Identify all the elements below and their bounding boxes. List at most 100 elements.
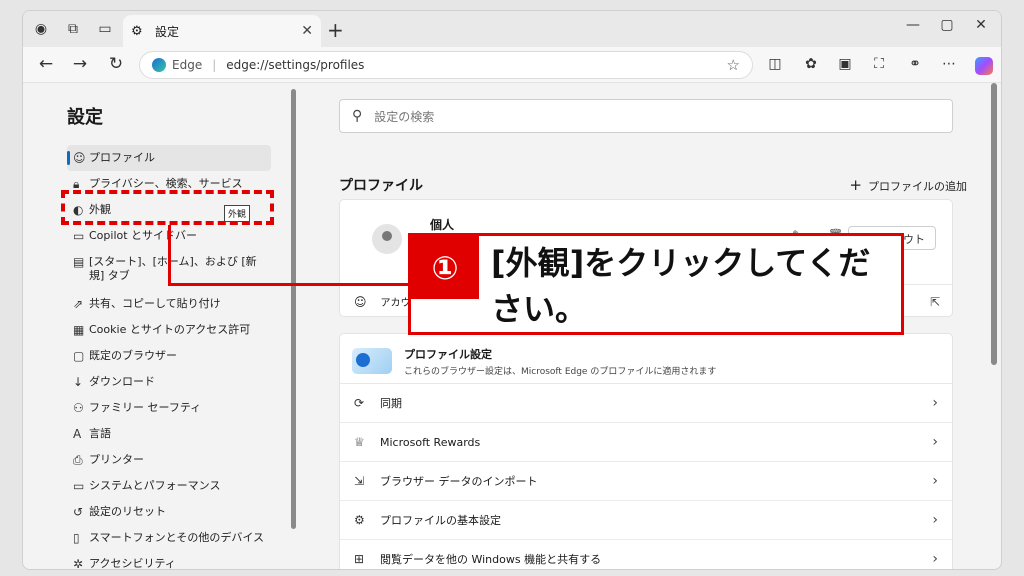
profile-icon: ☺ — [73, 151, 86, 165]
highlight-box — [61, 190, 274, 225]
row-label: ブラウザー データのインポート — [380, 475, 538, 488]
maximize-icon[interactable]: ▢ — [935, 17, 959, 33]
accessibility-icon: ✲ — [73, 557, 84, 570]
sidebar-item-printers[interactable]: ⎙ プリンター — [67, 447, 271, 473]
sidebar-item-label: ダウンロード — [89, 375, 155, 388]
more-icon[interactable]: ⋯ — [939, 56, 959, 72]
settings-row-preferences[interactable]: ⚙ プロファイルの基本設定 › — [340, 501, 952, 540]
chevron-right-icon: › — [932, 512, 938, 528]
sidebar-item-label: プロファイル — [89, 151, 155, 164]
close-icon[interactable]: ✕ — [301, 23, 313, 39]
profile-settings-list: プロファイル設定 これらのブラウザー設定は、Microsoft Edge のプロ… — [339, 333, 953, 569]
sidebar-item-share[interactable]: ⇗ 共有、コピーして貼り付け — [67, 291, 271, 317]
star-icon[interactable]: ☆ — [727, 56, 740, 74]
language-icon: A — [73, 427, 82, 441]
sidebar-item-languages[interactable]: A 言語 — [67, 421, 271, 447]
tab-actions-icon[interactable]: ▭ — [95, 19, 115, 39]
printer-icon: ⎙ — [73, 453, 83, 467]
sidebar-item-phone[interactable]: ▯ スマートフォンとその他のデバイス — [67, 525, 271, 551]
main-scrollbar[interactable] — [991, 83, 997, 365]
annotation-connector-line — [168, 225, 410, 286]
rewards-icon: ♕ — [354, 435, 365, 449]
windows-icon: ⊞ — [354, 552, 365, 566]
address-separator: | — [212, 58, 217, 72]
tab-strip: ◉ ⧉ ▭ ⚙ 設定 ✕ + — ▢ ✕ — [23, 11, 1001, 47]
profile-name: 個人 — [430, 218, 455, 232]
add-profile-button[interactable]: + プロファイルの追加 — [849, 176, 967, 194]
collections-icon[interactable]: ▣ — [835, 56, 855, 72]
banner-title: プロファイル設定 — [404, 348, 492, 361]
split-screen-icon[interactable]: ◫ — [765, 56, 785, 72]
extensions-icon[interactable]: ✿ — [801, 56, 821, 72]
sidebar-item-cookies[interactable]: ▦ Cookie とサイトのアクセス許可 — [67, 317, 271, 343]
settings-row-windows-share[interactable]: ⊞ 閲覧データを他の Windows 機能と共有する › — [340, 540, 952, 569]
settings-search-input[interactable]: ⚲ 設定の検索 — [339, 99, 953, 133]
profile-settings-illustration — [352, 348, 392, 374]
chevron-right-icon: › — [932, 434, 938, 450]
chevron-right-icon: › — [932, 473, 938, 489]
back-icon[interactable]: ← — [35, 54, 57, 74]
settings-row-sync[interactable]: ⟳ 同期 › — [340, 384, 952, 423]
sidebar-item-label: 設定のリセット — [89, 505, 166, 518]
address-url[interactable]: edge://settings/profiles — [226, 58, 726, 72]
sidebar-item-accessibility[interactable]: ✲ アクセシビリティ — [67, 551, 271, 570]
external-link-icon: ⇱ — [929, 294, 940, 309]
cookie-icon: ▦ — [73, 323, 85, 337]
sidebar-item-reset[interactable]: ↺ 設定のリセット — [67, 499, 271, 525]
sidebar-title: 設定 — [67, 107, 103, 128]
forward-icon[interactable]: → — [69, 54, 91, 74]
sidebar-item-label: プライバシー、検索、サービス — [89, 177, 243, 190]
sidebar-item-system[interactable]: ▭ システムとパフォーマンス — [67, 473, 271, 499]
address-bar[interactable]: Edge | edge://settings/profiles ☆ — [139, 51, 753, 79]
row-label: 同期 — [380, 397, 402, 410]
sidebar-item-label: Cookie とサイトのアクセス許可 — [89, 323, 251, 336]
home-tab-icon: ▤ — [73, 255, 85, 269]
chevron-right-icon: › — [932, 551, 938, 567]
sidebar-item-label: システムとパフォーマンス — [89, 479, 221, 492]
plus-icon: + — [849, 176, 862, 194]
chevron-right-icon: › — [932, 395, 938, 411]
row-label: 閲覧データを他の Windows 機能と共有する — [380, 553, 602, 566]
download-icon: ↓ — [73, 375, 84, 389]
reset-icon: ↺ — [73, 505, 84, 519]
gear-icon: ⚙ — [131, 23, 143, 39]
profile-settings-icon: ⚙ — [354, 513, 365, 527]
search-icon: ⚲ — [352, 108, 363, 124]
sidebar-item-label: スマートフォンとその他のデバイス — [89, 531, 265, 544]
copilot-icon[interactable] — [975, 57, 993, 75]
tab-title: 設定 — [155, 24, 180, 39]
minimize-icon[interactable]: — — [901, 17, 925, 33]
settings-row-import[interactable]: ⇲ ブラウザー データのインポート › — [340, 462, 952, 501]
sidebar-item-label: 言語 — [89, 427, 111, 440]
screenshot-icon[interactable]: ⛶ — [869, 56, 889, 72]
import-icon: ⇲ — [354, 474, 365, 488]
sidebar-item-label: プリンター — [89, 453, 144, 466]
workspaces-icon[interactable]: ⧉ — [63, 19, 83, 39]
address-brand: Edge — [172, 58, 203, 72]
profile-icon[interactable]: ◉ — [31, 19, 51, 39]
family-icon: ⚇ — [73, 401, 84, 415]
instruction-text: [外観]をクリックしてください。 — [491, 244, 871, 328]
edge-logo-icon — [152, 58, 166, 72]
sidebar-item-default-browser[interactable]: ▢ 既定のブラウザー — [67, 343, 271, 369]
refresh-icon[interactable]: ↻ — [105, 54, 127, 74]
sidebar-icon: ▭ — [73, 229, 85, 243]
add-profile-label: プロファイルの追加 — [868, 180, 967, 193]
sidebar-item-downloads[interactable]: ↓ ダウンロード — [67, 369, 271, 395]
sidebar-item-label: 既定のブラウザー — [89, 349, 177, 362]
system-icon: ▭ — [73, 479, 85, 493]
sidebar-item-family[interactable]: ⚇ ファミリー セーフティ — [67, 395, 271, 421]
account-icon: ☺ — [354, 294, 367, 309]
tab-settings[interactable]: ⚙ 設定 ✕ — [123, 15, 321, 47]
sidebar-scrollbar[interactable] — [291, 89, 296, 529]
window-close-icon[interactable]: ✕ — [969, 17, 993, 33]
step-number: ① — [411, 236, 479, 299]
sidebar-item-profile[interactable]: ☺ プロファイル — [67, 145, 271, 171]
share-icon[interactable]: ⚭ — [905, 56, 925, 72]
row-label: プロファイルの基本設定 — [380, 514, 501, 527]
row-label: Microsoft Rewards — [380, 435, 481, 449]
new-tab-icon[interactable]: + — [327, 18, 344, 42]
profile-settings-banner: プロファイル設定 これらのブラウザー設定は、Microsoft Edge のプロ… — [340, 334, 952, 384]
settings-row-rewards[interactable]: ♕ Microsoft Rewards › — [340, 423, 952, 462]
settings-sidebar: 設定 ☺ プロファイル 🔒︎ プライバシー、検索、サービス ◐ 外観 ▭ Copilot… — [23, 83, 287, 570]
